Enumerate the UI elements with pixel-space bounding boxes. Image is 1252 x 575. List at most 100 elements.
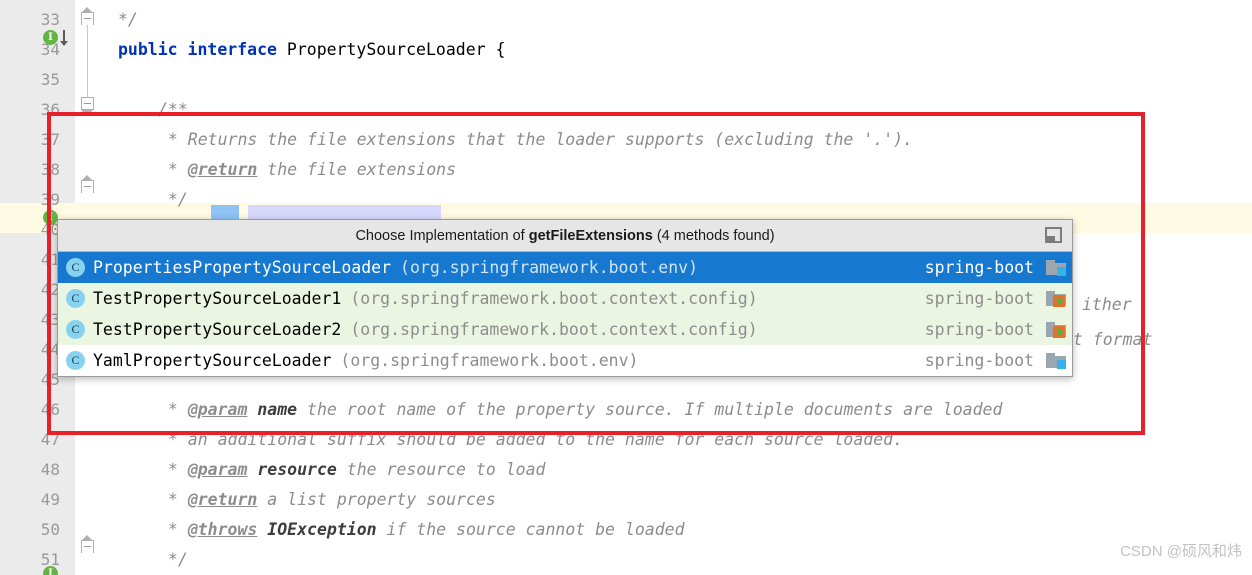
implemented-method-icon-2[interactable]: I <box>43 566 58 575</box>
line-number: 41 <box>40 250 60 269</box>
code-token: * <box>158 400 188 419</box>
code-line: 33 */ <box>0 5 1252 35</box>
implementation-module: spring-boot <box>924 289 1034 308</box>
code-text: * @return the file extensions <box>158 155 456 185</box>
line-number: 36 <box>40 100 60 119</box>
implementation-package: (org.springframework.boot.env) <box>340 351 639 370</box>
popup-title-method: getFileExtensions <box>528 227 653 244</box>
implementation-package: (org.springframework.boot.context.config… <box>350 289 758 308</box>
implementation-row[interactable]: C YamlPropertySourceLoader (org.springfram… <box>58 345 1072 376</box>
class-icon: C <box>66 351 85 370</box>
code-token: the root name of the property source. If… <box>297 400 1003 419</box>
implementation-class-name: TestPropertySourceLoader1 <box>93 289 342 308</box>
implementation-package: (org.springframework.boot.env) <box>400 258 699 277</box>
code-text: * @return a list property sources <box>158 485 496 515</box>
modified-line-marker <box>47 200 50 233</box>
implementation-module: spring-boot <box>924 258 1034 277</box>
code-text: * an additional suffix should be added t… <box>158 425 903 455</box>
code-token: @throws <box>187 520 258 539</box>
code-token: */ <box>158 550 188 569</box>
fold-marker-doc-end-icon[interactable] <box>81 535 94 553</box>
code-token: * <box>158 160 188 179</box>
code-token: PropertySourceLoader { <box>286 40 506 59</box>
module-folder-main-icon <box>1046 352 1066 369</box>
line-number: 44 <box>40 340 60 359</box>
code-text: */ <box>158 545 188 575</box>
line-number: 45 <box>40 370 60 389</box>
code-line: 37 * Returns the file extensions that th… <box>0 125 1252 155</box>
fold-marker-collapse-icon[interactable] <box>81 7 94 25</box>
obscured-text-2: nt format <box>1063 330 1153 349</box>
implemented-method-icon[interactable]: I <box>43 210 58 225</box>
implemented-interface-icon[interactable]: I <box>43 30 58 45</box>
implementation-module: spring-boot <box>924 351 1034 370</box>
code-token: /** <box>158 100 188 119</box>
module-folder-test-icon <box>1046 290 1066 307</box>
module-folder-test-icon <box>1046 321 1066 338</box>
choose-implementation-popup[interactable]: Choose Implementation of getFileExtensio… <box>57 219 1073 377</box>
code-token: * an additional suffix should be added t… <box>158 430 904 449</box>
main-source-badge-icon <box>1057 360 1066 369</box>
code-token: * <box>158 460 188 479</box>
code-line: 38 * @return the file extensions <box>0 155 1252 185</box>
code-token: @param <box>187 400 248 419</box>
code-token: the resource to load <box>336 460 546 479</box>
code-token: @return <box>187 160 258 179</box>
line-number: 43 <box>40 310 60 329</box>
class-icon: C <box>66 289 85 308</box>
code-line: 47 * an additional suffix should be adde… <box>0 425 1252 455</box>
code-token: IOException <box>267 520 377 539</box>
implementation-row[interactable]: C TestPropertySourceLoader2 (org.springfra… <box>58 314 1072 345</box>
line-number: 50 <box>40 520 60 539</box>
line-number: 38 <box>40 160 60 179</box>
fold-marker-expand-icon[interactable] <box>81 97 94 116</box>
code-token: resource <box>257 460 337 479</box>
implementation-arrow-icon[interactable] <box>60 30 68 46</box>
module-folder-main-icon <box>1046 259 1066 276</box>
code-token: @param <box>187 460 248 479</box>
code-text: * Returns the file extensions that the l… <box>158 125 913 155</box>
implementation-module: spring-boot <box>924 320 1034 339</box>
code-token: * Returns the file extensions that the l… <box>158 130 913 149</box>
line-number: 42 <box>40 280 60 299</box>
implementation-class-name: TestPropertySourceLoader2 <box>93 320 342 339</box>
code-token: */ <box>118 10 138 29</box>
implementation-class-name: YamlPropertySourceLoader <box>93 351 332 370</box>
main-source-badge-icon <box>1057 267 1066 276</box>
code-token: public interface <box>118 40 287 59</box>
line-number: 47 <box>40 430 60 449</box>
implementation-row[interactable]: C TestPropertySourceLoader1 (org.springfra… <box>58 283 1072 314</box>
code-line: 34 public interface PropertySourceLoader … <box>0 35 1252 65</box>
code-token: if the source cannot be loaded <box>376 520 685 539</box>
line-number: 49 <box>40 490 60 509</box>
code-line: 50 * @throws IOException if the source c… <box>0 515 1252 545</box>
code-line: 39 */ <box>0 185 1252 215</box>
class-icon: C <box>66 320 85 339</box>
popup-header: Choose Implementation of getFileExtensio… <box>58 220 1072 252</box>
code-line: 48 * @param resource the resource to loa… <box>0 455 1252 485</box>
code-text: * @throws IOException if the source cann… <box>158 515 685 545</box>
code-token: @return <box>187 490 258 509</box>
implementation-list[interactable]: C PropertiesPropertySourceLoader (org.spri… <box>58 252 1072 376</box>
code-line: 35 <box>0 65 1252 95</box>
code-token: the file extensions <box>257 160 457 179</box>
watermark: CSDN @硕风和炜 <box>1120 543 1242 560</box>
code-text: */ <box>118 5 138 35</box>
fold-marker-doc-icon[interactable] <box>81 175 94 193</box>
code-text: public interface PropertySourceLoader { <box>118 35 505 65</box>
code-token: name <box>257 400 298 419</box>
code-text: * @param name the root name of the prope… <box>158 395 1003 425</box>
code-line: 49 * @return a list property sources <box>0 485 1252 515</box>
code-token: a list property sources <box>257 490 496 509</box>
code-token: * <box>158 490 188 509</box>
code-token: */ <box>158 190 188 209</box>
popup-title-prefix: Choose Implementation of <box>355 227 529 244</box>
code-line: 36 /** <box>0 95 1252 125</box>
code-text: */ <box>158 185 188 215</box>
preview-window-icon[interactable] <box>1045 227 1062 243</box>
test-source-badge-icon <box>1053 326 1065 338</box>
code-line: 51 */ <box>0 545 1252 575</box>
code-token: * <box>158 520 188 539</box>
implementation-row[interactable]: C PropertiesPropertySourceLoader (org.spri… <box>58 252 1072 283</box>
